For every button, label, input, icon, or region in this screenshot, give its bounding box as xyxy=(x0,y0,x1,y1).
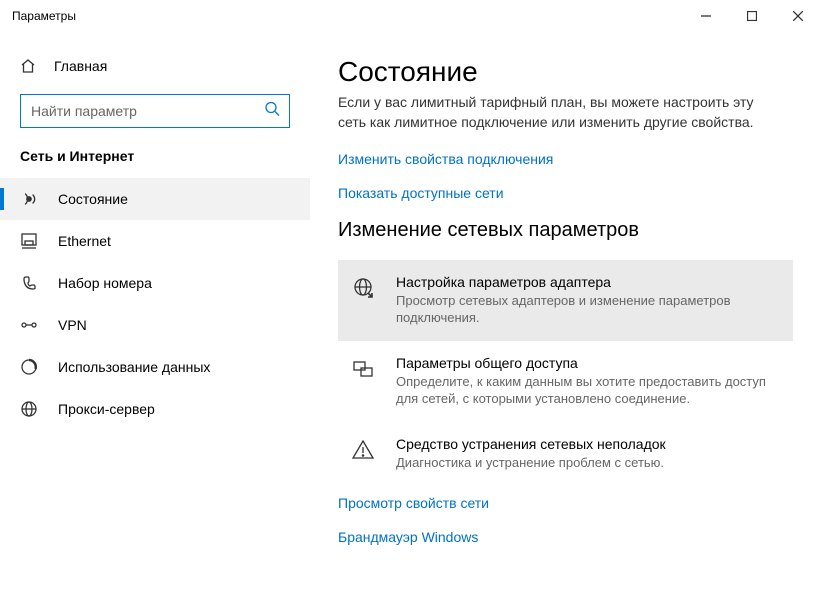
vpn-icon xyxy=(20,316,38,334)
option-title: Настройка параметров адаптера xyxy=(396,274,783,290)
status-icon xyxy=(20,190,38,208)
nav-item-label: Состояние xyxy=(58,191,128,207)
link-firewall[interactable]: Брандмауэр Windows xyxy=(338,529,793,545)
content-area: Состояние Если у вас лимитный тарифный п… xyxy=(310,32,821,606)
close-button[interactable] xyxy=(775,0,821,32)
home-icon xyxy=(20,58,36,74)
home-nav[interactable]: Главная xyxy=(0,50,310,82)
warning-icon xyxy=(348,436,378,462)
sharing-icon xyxy=(348,355,378,381)
option-desc: Диагностика и устранение проблем с сетью… xyxy=(396,454,666,472)
nav-item-ethernet[interactable]: Ethernet xyxy=(0,220,310,262)
search-icon xyxy=(264,101,280,122)
dialup-icon xyxy=(20,274,38,292)
category-title: Сеть и Интернет xyxy=(0,148,310,178)
sidebar: Главная Сеть и Интернет Состояние Ethern… xyxy=(0,32,310,606)
nav-item-label: Набор номера xyxy=(58,275,152,291)
ethernet-icon xyxy=(20,232,38,250)
page-title: Состояние xyxy=(338,56,793,88)
status-description: Если у вас лимитный тарифный план, вы мо… xyxy=(338,92,778,133)
nav-item-proxy[interactable]: Прокси-сервер xyxy=(0,388,310,430)
proxy-icon xyxy=(20,400,38,418)
window-title: Параметры xyxy=(0,9,76,23)
link-show-networks[interactable]: Показать доступные сети xyxy=(338,185,793,201)
home-label: Главная xyxy=(54,58,107,74)
option-troubleshoot[interactable]: Средство устранения сетевых неполадок Ди… xyxy=(338,422,793,486)
section-title: Изменение сетевых параметров xyxy=(338,219,793,242)
titlebar: Параметры xyxy=(0,0,821,32)
maximize-button[interactable] xyxy=(729,0,775,32)
nav-item-status[interactable]: Состояние xyxy=(0,178,310,220)
option-desc: Просмотр сетевых адаптеров и изменение п… xyxy=(396,292,783,327)
link-change-connection-props[interactable]: Изменить свойства подключения xyxy=(338,151,793,167)
data-usage-icon xyxy=(20,358,38,376)
link-network-props[interactable]: Просмотр свойств сети xyxy=(338,495,793,511)
nav-item-label: Прокси-сервер xyxy=(58,401,155,417)
nav-item-label: VPN xyxy=(58,317,87,333)
nav-item-vpn[interactable]: VPN xyxy=(0,304,310,346)
adapter-icon xyxy=(348,274,378,300)
option-sharing[interactable]: Параметры общего доступа Определите, к к… xyxy=(338,341,793,422)
option-title: Параметры общего доступа xyxy=(396,355,783,371)
option-desc: Определите, к каким данным вы хотите пре… xyxy=(396,373,783,408)
search-input[interactable] xyxy=(20,94,290,128)
nav-item-label: Ethernet xyxy=(58,233,111,249)
nav-item-dialup[interactable]: Набор номера xyxy=(0,262,310,304)
nav-item-label: Использование данных xyxy=(58,359,210,375)
option-adapter-settings[interactable]: Настройка параметров адаптера Просмотр с… xyxy=(338,260,793,341)
minimize-button[interactable] xyxy=(683,0,729,32)
search-container xyxy=(20,94,290,128)
window-controls xyxy=(683,0,821,32)
nav-item-data-usage[interactable]: Использование данных xyxy=(0,346,310,388)
option-title: Средство устранения сетевых неполадок xyxy=(396,436,666,452)
